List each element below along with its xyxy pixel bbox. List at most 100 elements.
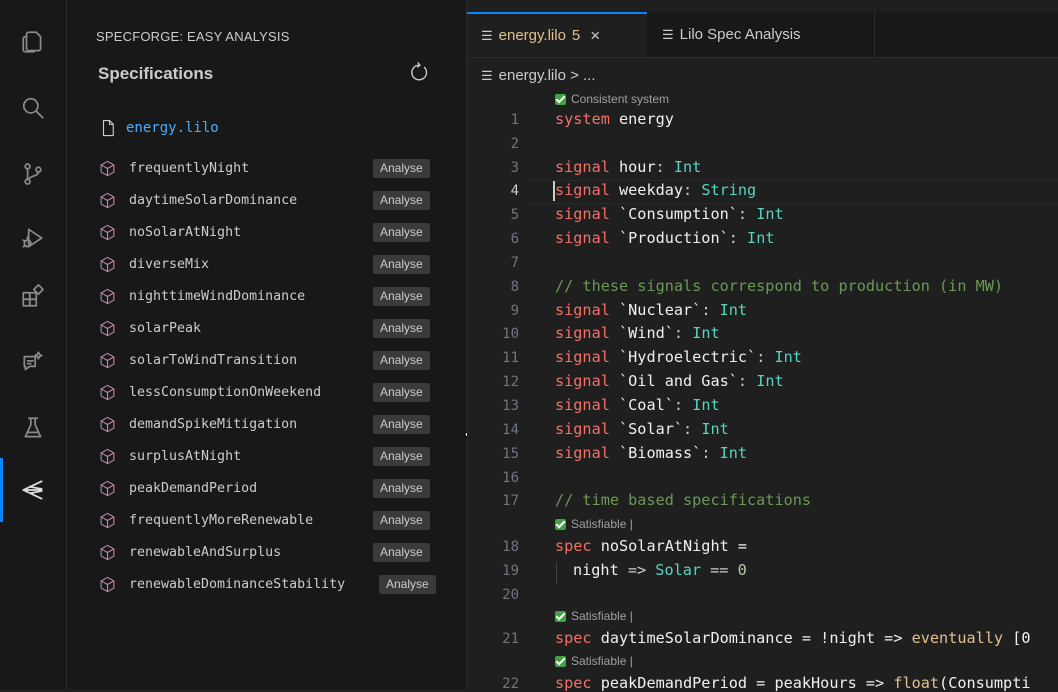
spec-item[interactable]: lessConsumptionOnWeekend Analyse bbox=[99, 376, 459, 408]
extensions-icon[interactable] bbox=[0, 268, 66, 324]
code-line: spec peakDemandPeriod = peakHours => flo… bbox=[555, 674, 1031, 692]
file-name: energy.lilo bbox=[126, 120, 219, 136]
line-number: 4 bbox=[510, 183, 519, 199]
line-number: 16 bbox=[502, 470, 519, 486]
search-icon[interactable] bbox=[0, 80, 66, 136]
cube-icon bbox=[100, 320, 115, 336]
code-lens-label: Satisfiable | bbox=[571, 609, 633, 623]
analyse-button[interactable]: Analyse bbox=[373, 159, 430, 178]
spec-item[interactable]: diverseMix Analyse bbox=[99, 248, 459, 280]
analyse-button[interactable]: Analyse bbox=[373, 287, 430, 306]
spec-item[interactable]: demandSpikeMitigation Analyse bbox=[99, 408, 459, 440]
line-number: 19 bbox=[502, 563, 519, 579]
line-number: 7 bbox=[510, 255, 519, 271]
spec-item[interactable]: noSolarAtNight Analyse bbox=[99, 216, 459, 248]
specforge-icon[interactable] bbox=[0, 462, 66, 518]
spec-item[interactable]: nighttimeWindDominance Analyse bbox=[99, 280, 459, 312]
source-control-icon[interactable] bbox=[0, 146, 66, 202]
editor-area: ☰ energy.lilo 5 × ☰ Lilo Spec Analysis ☰… bbox=[467, 0, 1058, 692]
cube-icon bbox=[100, 256, 115, 272]
code-line: signal `Production`: Int bbox=[555, 229, 775, 247]
line-number: 12 bbox=[502, 374, 519, 390]
analyse-button[interactable]: Analyse bbox=[373, 415, 430, 434]
spec-item[interactable]: renewableAndSurplus Analyse bbox=[99, 536, 459, 568]
line-number: 14 bbox=[502, 422, 519, 438]
cube-icon bbox=[100, 160, 115, 176]
code-editor[interactable]: Consistent system Satisfiable | Satisfia… bbox=[467, 0, 1058, 692]
refresh-icon[interactable] bbox=[408, 61, 430, 83]
code-line: signal `Coal`: Int bbox=[555, 396, 720, 414]
testing-icon[interactable] bbox=[0, 400, 66, 456]
spec-item[interactable]: renewableDominanceStability Analyse bbox=[99, 568, 459, 600]
code-line: system energy bbox=[555, 110, 674, 128]
line-number: 2 bbox=[510, 136, 519, 152]
code-line: signal `Oil and Gas`: Int bbox=[555, 372, 784, 390]
specforge-sidebar: SPECFORGE: EASY ANALYSIS Specifications … bbox=[67, 0, 484, 689]
code-lens-label: Satisfiable | bbox=[571, 654, 633, 668]
analyse-button[interactable]: Analyse bbox=[373, 223, 430, 242]
spec-name: nighttimeWindDominance bbox=[129, 288, 306, 304]
cube-icon bbox=[100, 384, 115, 400]
cube-icon bbox=[100, 192, 115, 208]
spec-item[interactable]: solarToWindTransition Analyse bbox=[99, 344, 459, 376]
spec-name: lessConsumptionOnWeekend bbox=[129, 384, 322, 400]
code-lens-label: Satisfiable | bbox=[571, 517, 633, 531]
code-lens-satisfiable[interactable]: Satisfiable | bbox=[555, 517, 633, 531]
line-number: 22 bbox=[502, 676, 519, 692]
activity-bar bbox=[0, 0, 67, 689]
line-number: 20 bbox=[502, 587, 519, 603]
spec-name: demandSpikeMitigation bbox=[129, 416, 298, 432]
spec-item[interactable]: frequentlyMoreRenewable Analyse bbox=[99, 504, 459, 536]
spec-item[interactable]: surplusAtNight Analyse bbox=[99, 440, 459, 472]
spec-item[interactable]: solarPeak Analyse bbox=[99, 312, 459, 344]
check-icon bbox=[555, 610, 566, 622]
code-line: signal `Consumption`: Int bbox=[555, 205, 784, 223]
line-number: 8 bbox=[510, 279, 519, 295]
analyse-button[interactable]: Analyse bbox=[373, 191, 430, 210]
spec-list: frequentlyNight Analyse daytimeSolarDomina… bbox=[99, 152, 459, 600]
analyse-button[interactable]: Analyse bbox=[373, 543, 430, 562]
spec-name: renewableAndSurplus bbox=[129, 544, 282, 560]
line-number: 17 bbox=[502, 493, 519, 509]
analyse-button[interactable]: Analyse bbox=[373, 511, 430, 530]
analyse-button[interactable]: Analyse bbox=[373, 319, 430, 338]
spec-name: diverseMix bbox=[129, 256, 210, 272]
spec-item[interactable]: frequentlyNight Analyse bbox=[99, 152, 459, 184]
analyse-button[interactable]: Analyse bbox=[373, 383, 430, 402]
code-line: spec noSolarAtNight = bbox=[555, 537, 748, 555]
analyse-button[interactable]: Analyse bbox=[373, 479, 430, 498]
code-lens-satisfiable[interactable]: Satisfiable | bbox=[555, 609, 633, 623]
analyse-button[interactable]: Analyse bbox=[379, 575, 436, 594]
spec-item[interactable]: daytimeSolarDominance Analyse bbox=[99, 184, 459, 216]
code-line: signal hour: Int bbox=[555, 158, 702, 176]
run-debug-icon[interactable] bbox=[0, 210, 66, 266]
analyse-button[interactable]: Analyse bbox=[373, 351, 430, 370]
spec-name: peakDemandPeriod bbox=[129, 480, 258, 496]
sidebar-title: SPECFORGE: EASY ANALYSIS bbox=[96, 29, 290, 44]
specifications-heading: Specifications bbox=[98, 64, 214, 83]
line-number: 6 bbox=[510, 231, 519, 247]
chat-icon[interactable] bbox=[0, 334, 66, 390]
file-item[interactable]: energy.lilo bbox=[99, 116, 219, 140]
cube-icon bbox=[100, 480, 115, 496]
line-number: 10 bbox=[502, 326, 519, 342]
code-lens-consistent[interactable]: Consistent system bbox=[555, 92, 669, 106]
cube-icon bbox=[100, 448, 115, 464]
line-number: 3 bbox=[510, 160, 519, 176]
code-line: signal `Wind`: Int bbox=[555, 324, 720, 342]
active-indicator bbox=[0, 458, 3, 522]
spec-name: daytimeSolarDominance bbox=[129, 192, 298, 208]
analyse-button[interactable]: Analyse bbox=[373, 447, 430, 466]
check-icon bbox=[555, 518, 566, 530]
explorer-icon[interactable] bbox=[0, 14, 66, 70]
spec-item[interactable]: peakDemandPeriod Analyse bbox=[99, 472, 459, 504]
spec-name: noSolarAtNight bbox=[129, 224, 242, 240]
check-icon bbox=[555, 655, 566, 667]
code-line: signal `Solar`: Int bbox=[555, 420, 729, 438]
analyse-button[interactable]: Analyse bbox=[373, 255, 430, 274]
code-lens-satisfiable[interactable]: Satisfiable | bbox=[555, 654, 633, 668]
cube-icon bbox=[100, 224, 115, 240]
line-number: 18 bbox=[502, 539, 519, 555]
cube-icon bbox=[100, 576, 115, 592]
code-line: signal `Nuclear`: Int bbox=[555, 301, 748, 319]
